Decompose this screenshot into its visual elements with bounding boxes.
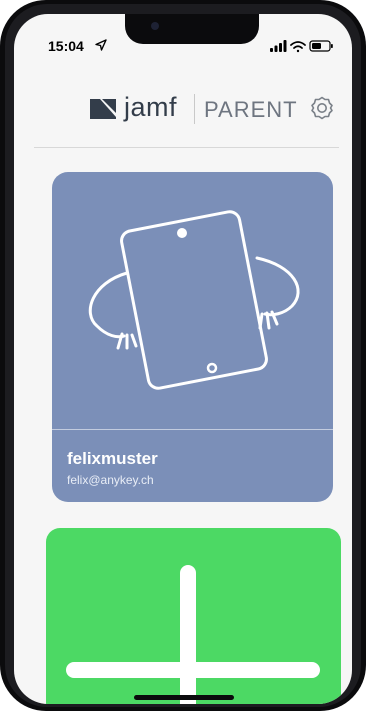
wifi-icon [290, 41, 306, 53]
header-separator [34, 147, 339, 148]
status-time: 15:04 [48, 38, 84, 54]
brand-name: jamf [124, 92, 178, 122]
app-screen: 15:04 jamf PARENT felixmuster felix@anyk… [14, 14, 352, 704]
phone-frame: 15:04 jamf PARENT felixmuster felix@anyk… [0, 0, 366, 711]
app-header: jamf PARENT [14, 92, 352, 132]
product-name: PARENT [204, 97, 298, 122]
plus-icon [66, 565, 320, 704]
notch [125, 14, 259, 44]
card-divider [52, 429, 333, 430]
status-indicators [270, 40, 333, 53]
battery-icon [309, 40, 333, 52]
gear-icon[interactable] [310, 96, 334, 120]
location-arrow-icon [95, 39, 107, 51]
front-camera [151, 22, 159, 30]
header-divider [194, 94, 195, 124]
add-child-card[interactable] [46, 528, 341, 704]
jamf-logo-icon [90, 99, 116, 119]
child-email: felix@anykey.ch [67, 473, 154, 487]
home-indicator[interactable] [134, 695, 234, 700]
tablet-icon [88, 210, 300, 390]
device-card[interactable]: felixmuster felix@anykey.ch [52, 172, 333, 502]
child-username: felixmuster [67, 449, 158, 468]
signal-icon [270, 40, 287, 52]
